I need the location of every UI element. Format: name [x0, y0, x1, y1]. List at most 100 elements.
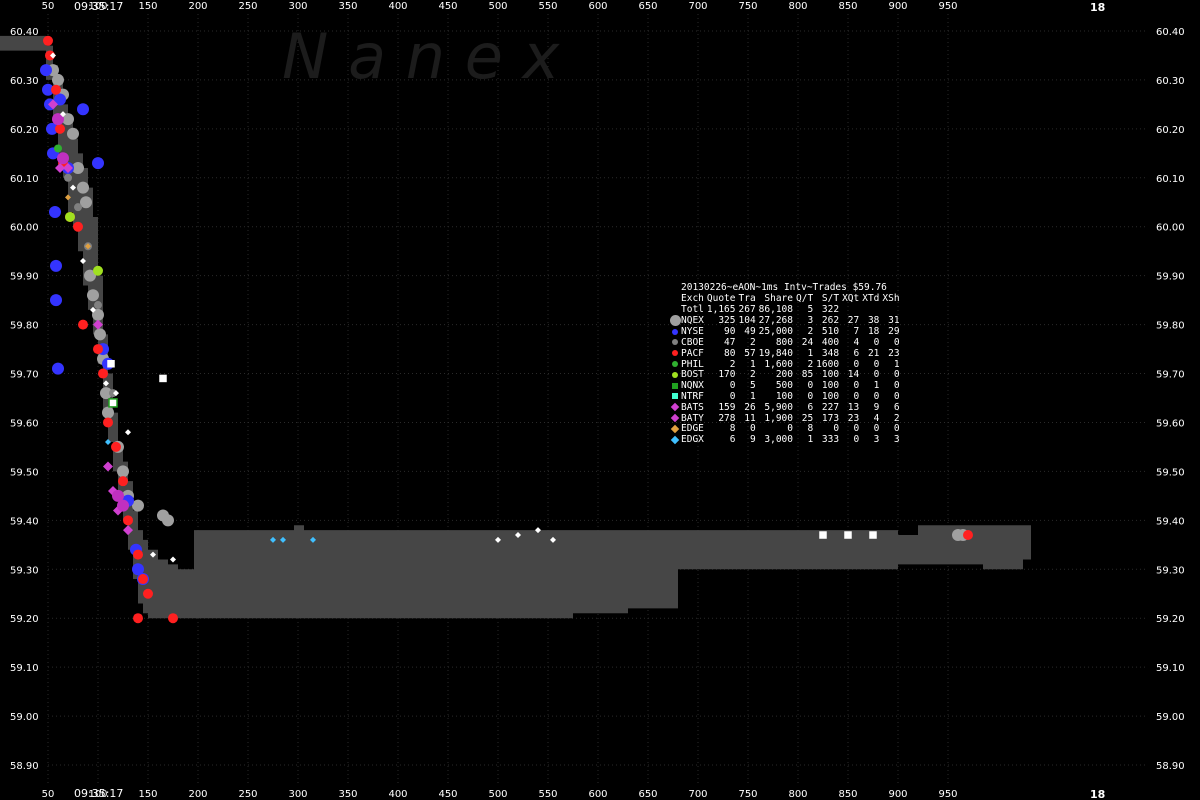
- stats-cell-st: 322: [821, 303, 840, 315]
- y-tick-label: 59.30: [1156, 565, 1185, 576]
- trade-point: [108, 398, 118, 408]
- stats-row: PACF 80 57 19,840 1 348 6 21 23: [669, 347, 903, 360]
- trade-point: [168, 613, 178, 624]
- stats-cell-quote: 159: [718, 401, 736, 413]
- trade-point: [819, 531, 827, 539]
- x-tick-label: 50: [42, 789, 55, 800]
- stats-cell-share: 19,840: [758, 347, 793, 359]
- y-tick-label: 59.90: [10, 272, 39, 283]
- marker-swatch: [672, 350, 678, 357]
- stats-cell-xqt: 14: [847, 369, 860, 381]
- exchange-marker: [669, 305, 681, 316]
- exchange-marker: [669, 315, 681, 327]
- trade-point: [73, 221, 83, 232]
- trade-point: [159, 374, 167, 383]
- stats-cell-xsh: [882, 305, 902, 316]
- y-tick-label: 60.10: [10, 174, 39, 185]
- stats-cell-xtd: 4: [873, 412, 880, 424]
- x-tick-label: 750: [738, 789, 757, 800]
- x-tick-label: 600: [588, 789, 607, 800]
- stats-cell-tra: 267: [738, 303, 756, 315]
- col-header: Exch: [681, 292, 704, 304]
- y-tick-label: 60.00: [1156, 223, 1185, 234]
- marker-swatch: [672, 393, 678, 400]
- trade-point: [50, 259, 62, 272]
- stats-cell-xsh: 6: [893, 401, 900, 413]
- exchange-marker: [669, 349, 681, 360]
- y-tick-label: 59.60: [1156, 418, 1185, 429]
- col-header: S/T: [821, 292, 840, 304]
- trade-point: [57, 152, 69, 165]
- trade-point: [138, 574, 148, 585]
- x-tick-label: 600: [588, 1, 607, 12]
- stats-cell-quote: 1,165: [706, 303, 736, 315]
- watermark: N a n e x: [282, 20, 561, 93]
- stats-cell-qt: 1: [807, 347, 814, 359]
- y-tick-label: 59.00: [10, 712, 39, 723]
- y-tick-label: 60.30: [10, 76, 39, 87]
- exchange-marker: [669, 403, 681, 414]
- y-tick-label: 59.10: [1156, 663, 1185, 674]
- trade-point: [52, 362, 64, 375]
- stats-cell-exch: PACF: [681, 347, 704, 359]
- y-tick-label: 58.90: [1156, 761, 1185, 772]
- stats-cell-share: 86,108: [758, 303, 793, 315]
- marker-swatch: [670, 435, 680, 444]
- trade-point: [87, 289, 99, 302]
- col-header: Tra: [738, 292, 756, 304]
- x-tick-label: 700: [688, 1, 707, 12]
- stats-cell-xqt: 0: [853, 423, 860, 435]
- trade-point: [133, 549, 143, 560]
- marker-swatch: [670, 413, 680, 423]
- stats-cell-xsh: 3: [893, 434, 900, 446]
- marker-swatch: [672, 382, 678, 389]
- y-tick-label: 60.40: [1156, 27, 1185, 38]
- stats-cell-quote: 6: [729, 434, 736, 446]
- stats-cell-xtd: 3: [873, 434, 880, 446]
- x-tick-label: 700: [688, 789, 707, 800]
- stats-cell-qt: 1: [807, 434, 814, 446]
- col-header: Share: [764, 292, 793, 304]
- x-tick-label: 250: [238, 1, 257, 12]
- y-tick-label: 59.10: [10, 663, 39, 674]
- stats-cell-qt: 6: [807, 401, 814, 413]
- stats-cell-qt: 24: [801, 336, 814, 348]
- trade-point: [94, 301, 102, 310]
- y-tick-label: 60.30: [1156, 76, 1185, 87]
- exchange-marker: [669, 413, 681, 425]
- trade-point: [117, 499, 129, 512]
- time-label-top: 09:35:17: [74, 0, 123, 13]
- x-tick-label: 150: [138, 1, 157, 12]
- x-tick-label: 800: [788, 789, 807, 800]
- y-tick-label: 59.20: [10, 614, 39, 625]
- stats-table: Exch Quote Tra Share Q/T S/T XQt XTd XSh…: [669, 292, 903, 446]
- stats-cell-xtd: 0: [873, 369, 880, 381]
- y-tick-label: 60.00: [10, 223, 39, 234]
- trade-point: [93, 344, 103, 355]
- interval-label-bottom: 18: [1090, 788, 1105, 800]
- x-tick-label: 450: [438, 1, 457, 12]
- trade-point: [102, 406, 114, 419]
- trade-point: [55, 123, 65, 134]
- y-axis-left: 60.40 60.30 60.20 60.10 60.00 59.90 59.80 59.70…: [10, 27, 39, 772]
- trade-point: [162, 514, 174, 527]
- x-tick-label: 400: [388, 1, 407, 12]
- y-axis-right: 60.40 60.30 60.20 60.10 60.00 59.90 59.80 59.70…: [1156, 27, 1185, 772]
- x-tick-label: 550: [538, 789, 557, 800]
- x-tick-label: 500: [488, 789, 507, 800]
- trade-point: [51, 84, 61, 95]
- stats-cell-exch: BATS: [681, 401, 704, 413]
- stats-cell-xtd: 1: [873, 380, 880, 392]
- trade-point: [133, 613, 143, 624]
- x-tick-label: 800: [788, 1, 807, 12]
- x-axis-bottom: 50 100 150 200 250 300 350 400 450 500 550 600 650 70…: [42, 789, 958, 800]
- y-tick-label: 59.50: [10, 467, 39, 478]
- stats-cell-qt: 3: [807, 314, 814, 326]
- trade-point: [54, 144, 62, 153]
- trade-point: [844, 531, 852, 539]
- exchange-marker: [669, 392, 681, 403]
- stats-cell-xqt: 6: [853, 347, 860, 359]
- col-header: XQt: [842, 292, 860, 304]
- y-tick-label: 60.40: [10, 27, 39, 38]
- x-tick-label: 550: [538, 1, 557, 12]
